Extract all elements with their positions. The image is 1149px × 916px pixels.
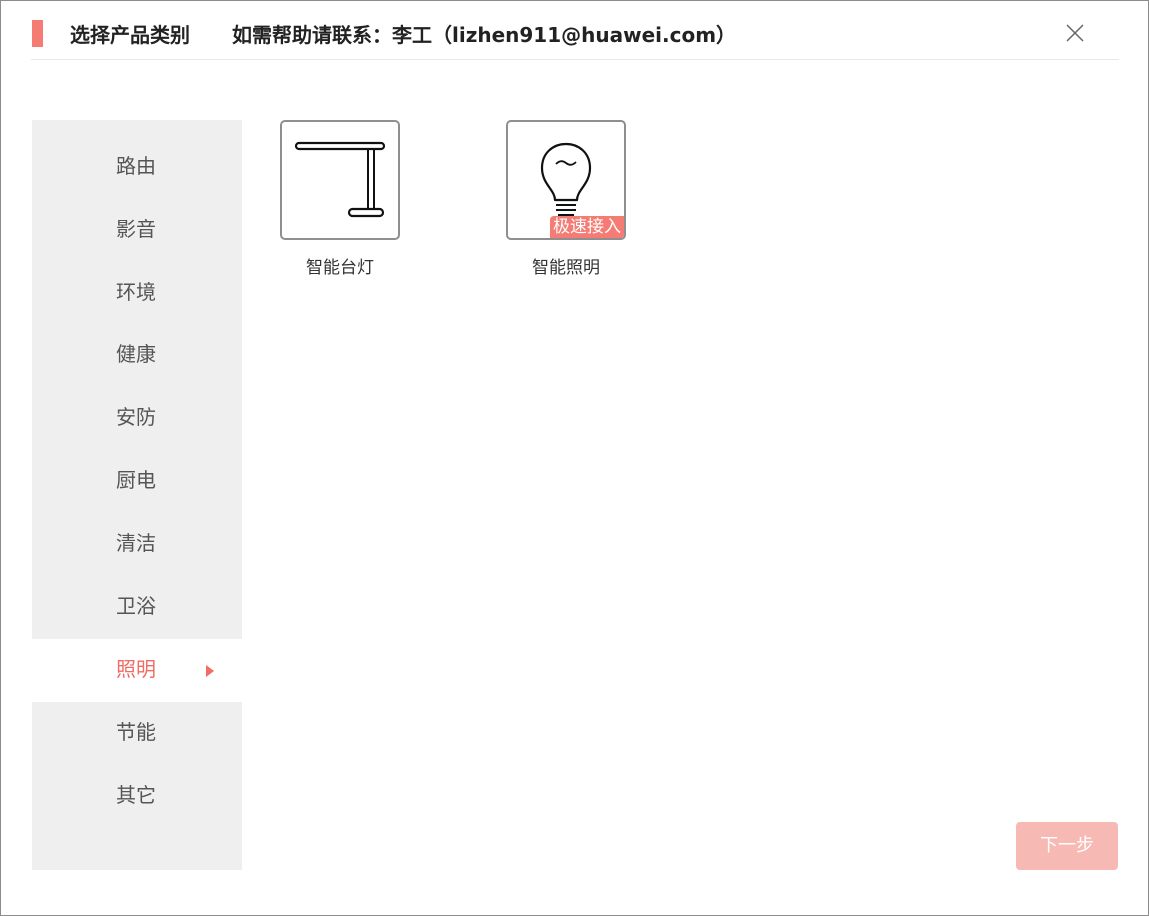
sidebar-item-security[interactable]: 安防 (32, 387, 242, 450)
product-icon-frame (280, 120, 400, 240)
sidebar-item-kitchen[interactable]: 厨电 (32, 450, 242, 513)
close-button[interactable] (1063, 21, 1087, 45)
sidebar-item-label: 其它 (116, 783, 156, 807)
product-category-dialog: 选择产品类别 如需帮助请联系：李工（lizhen911@huawei.com） … (0, 0, 1149, 916)
sidebar-item-other[interactable]: 其它 (32, 765, 242, 828)
sidebar-item-energy[interactable]: 节能 (32, 702, 242, 765)
sidebar-item-label: 照明 (116, 657, 156, 681)
sidebar-item-cleaning[interactable]: 清洁 (32, 513, 242, 576)
sidebar-item-label: 影音 (116, 217, 156, 241)
dialog-title: 选择产品类别 (70, 23, 190, 47)
sidebar-item-lighting[interactable]: 照明 (32, 639, 242, 702)
fast-access-badge: 极速接入 (550, 216, 624, 238)
header-accent-bar (32, 20, 43, 47)
sidebar-item-label: 节能 (116, 720, 156, 744)
sidebar-item-av[interactable]: 影音 (32, 199, 242, 262)
help-contact-text: 如需帮助请联系：李工（lizhen911@huawei.com） (232, 23, 737, 47)
sidebar-item-label: 卫浴 (116, 594, 156, 618)
desk-lamp-icon (294, 141, 386, 218)
close-icon (1066, 24, 1084, 42)
sidebar-item-label: 环境 (116, 280, 156, 304)
product-label: 智能照明 (532, 258, 600, 278)
sidebar-item-label: 健康 (116, 342, 156, 366)
dialog-header: 选择产品类别 如需帮助请联系：李工（lizhen911@huawei.com） (31, 1, 1119, 60)
product-label: 智能台灯 (306, 258, 374, 278)
sidebar-item-routing[interactable]: 路由 (32, 136, 242, 199)
product-icon-frame: 极速接入 (506, 120, 626, 240)
next-step-button[interactable]: 下一步 (1016, 822, 1118, 870)
sidebar-item-environment[interactable]: 环境 (32, 262, 242, 325)
sidebar-item-label: 清洁 (116, 531, 156, 555)
sidebar-item-health[interactable]: 健康 (32, 324, 242, 387)
sidebar-item-label: 安防 (116, 405, 156, 429)
category-sidebar: 路由 影音 环境 健康 安防 厨电 清洁 卫浴 照明 节能 其它 (32, 120, 242, 870)
sidebar-item-label: 路由 (116, 154, 156, 178)
caret-right-icon (206, 665, 214, 677)
sidebar-item-bathroom[interactable]: 卫浴 (32, 576, 242, 639)
sidebar-item-label: 厨电 (116, 468, 156, 492)
